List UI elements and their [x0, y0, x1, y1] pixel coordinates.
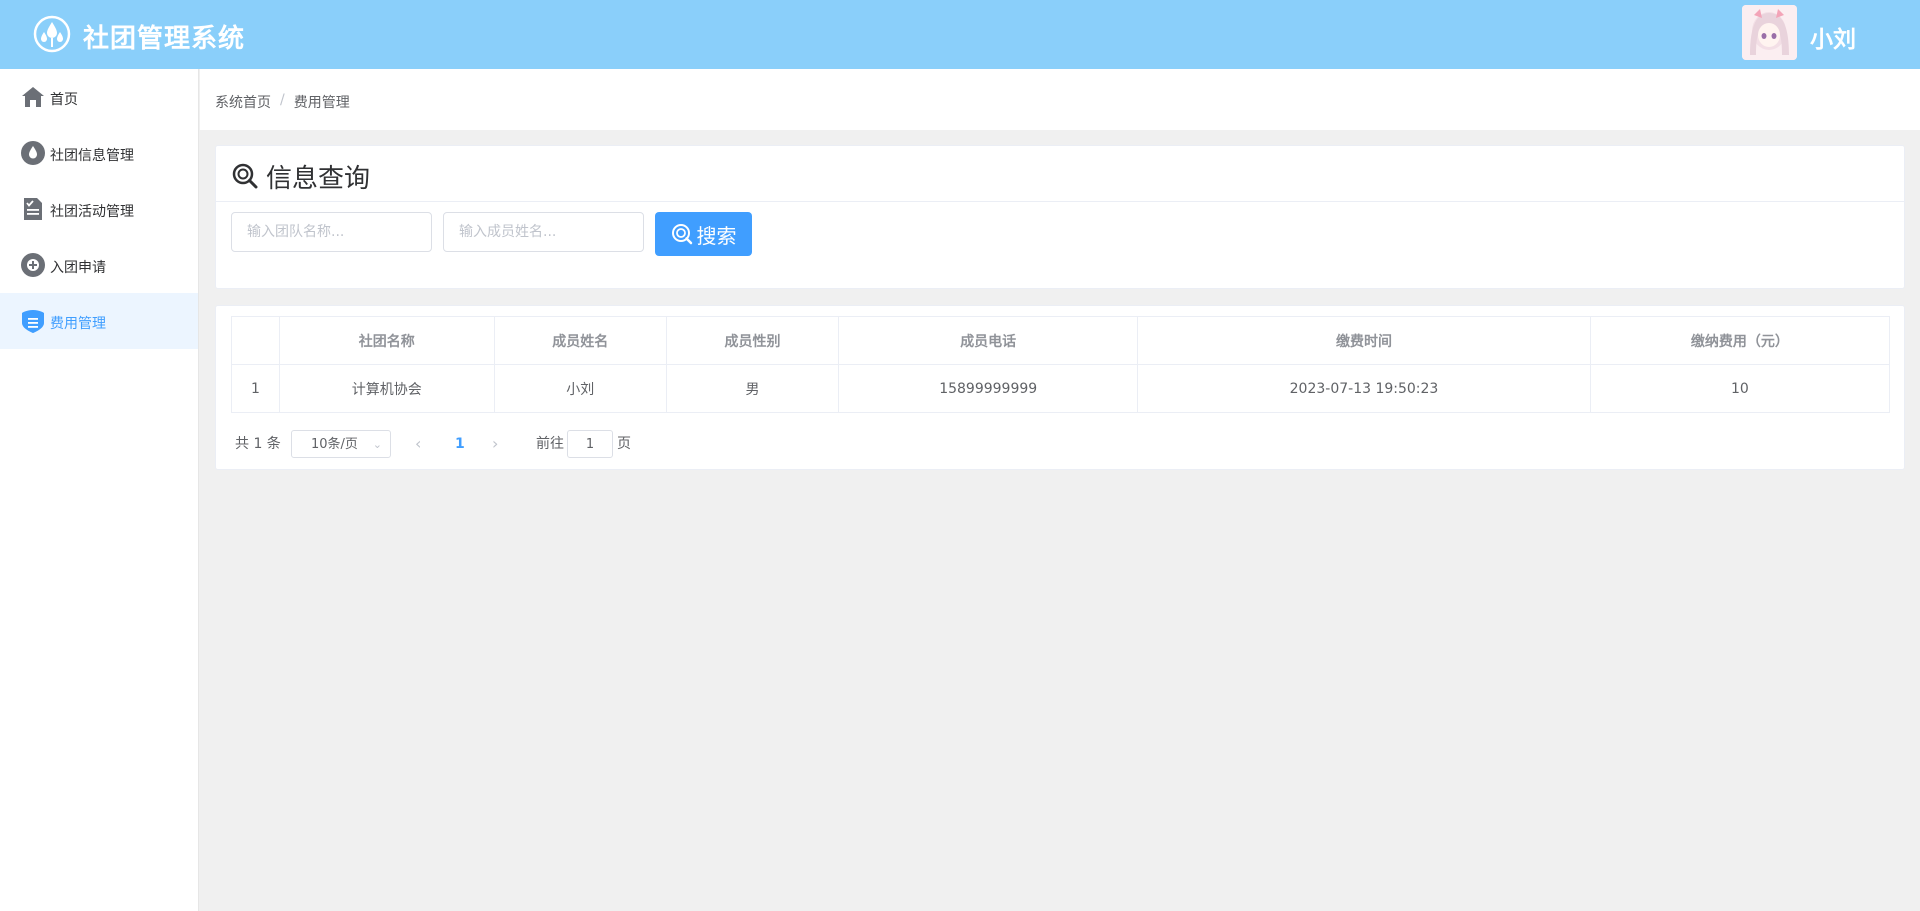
- username[interactable]: 小刘: [1810, 20, 1856, 54]
- sidebar-item-label: 入团申请: [50, 260, 106, 276]
- sidebar-item-label: 首页: [50, 92, 78, 108]
- breadcrumb-bar: [200, 69, 1920, 130]
- breadcrumb-current: 费用管理: [293, 95, 350, 111]
- sidebar-item-home[interactable]: 首页: [0, 69, 198, 125]
- breadcrumb-home[interactable]: 系统首页: [215, 92, 271, 112]
- prev-page-icon[interactable]: ‹: [415, 430, 421, 458]
- search-button-label: 搜索: [696, 223, 737, 248]
- sidebar-item-club-info[interactable]: 社团信息管理: [0, 125, 198, 181]
- fee-table: 社团名称 成员姓名 成员性别 成员电话 缴费时间 缴纳费用（元） 1 计算机协会…: [231, 316, 1891, 413]
- table-row[interactable]: 1 计算机协会 小刘 男 15899999999 2023-07-13 19:5…: [231, 364, 1891, 413]
- goto-label: 前往: [536, 436, 564, 452]
- page-number-current[interactable]: 1: [455, 430, 465, 458]
- cell-member-phone: 15899999999: [838, 364, 1139, 413]
- sidebar-item-join-apply[interactable]: 入团申请: [0, 237, 198, 293]
- breadcrumb-separator: /: [280, 92, 285, 108]
- water-drop-icon: [21, 141, 45, 165]
- cell-index: 1: [231, 364, 280, 413]
- member-name-input[interactable]: [443, 212, 644, 252]
- fee-table-panel: 社团名称 成员姓名 成员性别 成员电话 缴费时间 缴纳费用（元） 1 计算机协会…: [215, 305, 1905, 470]
- search-button[interactable]: 搜索: [655, 212, 752, 256]
- column-header-index: [231, 316, 280, 365]
- column-header-club-name: 社团名称: [279, 316, 495, 365]
- search-icon: [671, 224, 692, 245]
- column-header-pay-time: 缴费时间: [1137, 316, 1591, 365]
- sidebar-item-label: 社团活动管理: [50, 204, 134, 220]
- top-header: 社团管理系统 小刘: [0, 0, 1920, 69]
- cell-fee-amount: 10: [1589, 364, 1891, 413]
- search-icon: [232, 163, 258, 189]
- cell-pay-time: 2023-07-13 19:50:23: [1137, 364, 1591, 413]
- cell-member-gender: 男: [665, 364, 840, 413]
- search-panel-title: 信息查询: [266, 164, 371, 194]
- chevron-down-icon: ⌄: [372, 438, 382, 451]
- page-unit-label: 页: [617, 436, 631, 452]
- team-name-input[interactable]: [231, 212, 432, 252]
- table-header-row: 社团名称 成员姓名 成员性别 成员电话 缴费时间 缴纳费用（元）: [231, 316, 1891, 365]
- goto-page-input[interactable]: 1: [567, 430, 613, 458]
- wallet-icon: [22, 310, 44, 333]
- page-size-value: 10条/页: [311, 437, 358, 452]
- column-header-fee-amount: 缴纳费用（元）: [1589, 316, 1891, 365]
- sidebar-item-fee-management[interactable]: 费用管理: [0, 293, 198, 349]
- logo-icon: [33, 15, 71, 53]
- cell-member-name: 小刘: [493, 364, 667, 413]
- sidebar: 首页 社团信息管理 社团活动管理 入团申请 费用管理: [0, 69, 199, 911]
- document-check-icon: [24, 198, 42, 220]
- app-title: 社团管理系统: [83, 24, 246, 54]
- search-panel-header: 信息查询: [216, 146, 1904, 202]
- column-header-member-gender: 成员性别: [665, 316, 840, 365]
- sidebar-item-label: 费用管理: [50, 316, 106, 332]
- pagination-total: 共 1 条: [235, 436, 281, 452]
- sidebar-item-club-activity[interactable]: 社团活动管理: [0, 181, 198, 237]
- cell-club-name: 计算机协会: [279, 364, 495, 413]
- avatar[interactable]: [1742, 5, 1797, 60]
- column-header-member-phone: 成员电话: [838, 316, 1139, 365]
- breadcrumb: 系统首页 / 费用管理: [215, 92, 350, 112]
- add-circle-icon: [21, 253, 45, 277]
- next-page-icon[interactable]: ›: [492, 430, 498, 458]
- page-size-select[interactable]: 10条/页 ⌄: [291, 430, 391, 458]
- sidebar-item-label: 社团信息管理: [50, 148, 134, 164]
- home-icon: [22, 87, 44, 107]
- search-panel: 信息查询 搜索: [215, 145, 1905, 289]
- column-header-member-name: 成员姓名: [493, 316, 667, 365]
